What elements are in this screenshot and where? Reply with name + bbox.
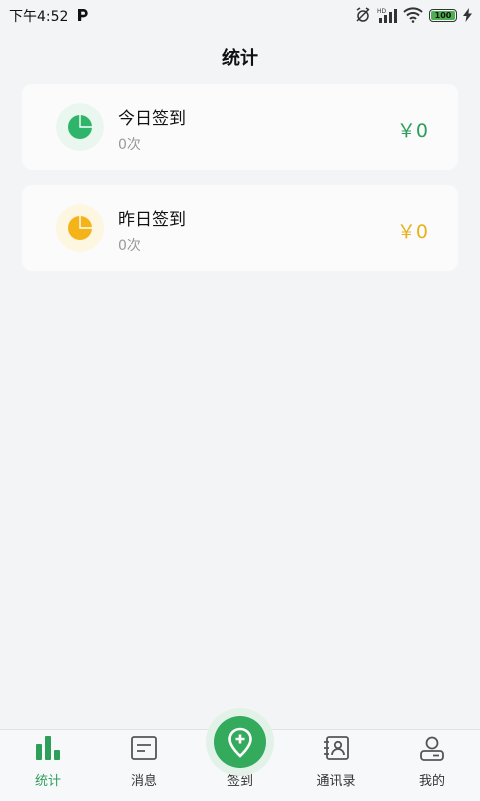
status-bar: 下午4:52 HD 100 bbox=[0, 0, 480, 30]
tab-messages[interactable]: 消息 bbox=[96, 730, 192, 801]
tab-label: 消息 bbox=[130, 774, 157, 789]
message-icon bbox=[131, 736, 157, 760]
today-signin-card[interactable]: 今日签到 0次 ￥0 bbox=[22, 84, 458, 170]
pie-chart-icon bbox=[56, 103, 104, 151]
battery-level: 100 bbox=[434, 10, 452, 20]
card-amount: ￥0 bbox=[396, 221, 428, 243]
wifi-icon bbox=[403, 7, 423, 23]
battery-indicator: 100 bbox=[429, 8, 457, 22]
page-title: 统计 bbox=[222, 48, 258, 69]
signal-icon: HD bbox=[377, 8, 397, 23]
card-title: 今日签到 bbox=[118, 109, 186, 129]
tab-label: 通讯录 bbox=[316, 774, 356, 789]
card-count: 0次 bbox=[118, 238, 141, 254]
user-icon bbox=[420, 736, 444, 761]
tab-label: 统计 bbox=[34, 774, 61, 789]
charging-icon bbox=[463, 8, 472, 22]
tab-label: 我的 bbox=[418, 774, 445, 789]
signin-center-button[interactable] bbox=[214, 716, 266, 768]
card-amount: ￥0 bbox=[396, 120, 428, 142]
tab-profile[interactable]: 我的 bbox=[384, 730, 480, 801]
contacts-icon bbox=[324, 736, 349, 760]
status-icons: HD 100 bbox=[355, 6, 472, 24]
yesterday-signin-card[interactable]: 昨日签到 0次 ￥0 bbox=[22, 185, 458, 271]
tab-contacts[interactable]: 通讯录 bbox=[288, 730, 384, 801]
svg-text:HD: HD bbox=[377, 8, 387, 15]
alarm-off-icon bbox=[356, 7, 370, 22]
tab-statistics[interactable]: 统计 bbox=[0, 730, 96, 801]
pie-chart-icon bbox=[56, 204, 104, 252]
bar-chart-icon bbox=[36, 736, 60, 760]
status-time: 下午4:52 bbox=[9, 9, 69, 25]
p-app-icon bbox=[78, 9, 88, 21]
card-title: 昨日签到 bbox=[118, 210, 186, 230]
location-pin-icon bbox=[228, 727, 252, 758]
card-count: 0次 bbox=[118, 137, 141, 153]
